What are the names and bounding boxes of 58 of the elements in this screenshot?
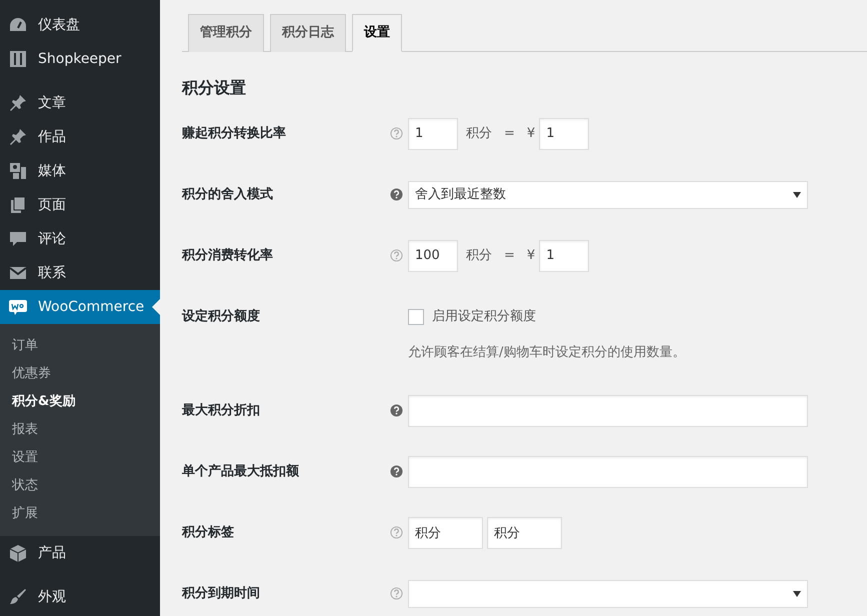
submenu-item[interactable]: 状态 <box>0 472 160 500</box>
setting-label: 积分标签 <box>182 524 235 542</box>
input-field[interactable]: 积分 <box>408 516 483 548</box>
input-field[interactable]: 1 <box>539 240 590 272</box>
submenu-item[interactable]: 报表 <box>0 416 160 444</box>
tab[interactable]: 管理积分 <box>188 14 264 52</box>
dropdown-caret-icon <box>793 192 801 198</box>
input-field[interactable]: 1 <box>408 118 458 150</box>
setting-label: 最大积分折扣 <box>182 402 261 420</box>
section-title: 积分设置 <box>182 76 247 98</box>
pin-icon <box>8 127 28 147</box>
checkbox-label: 启用设定积分额度 <box>432 308 536 326</box>
woo-icon <box>8 297 28 317</box>
setting-label: 单个产品最大抵扣额 <box>182 462 300 480</box>
comment-icon <box>8 229 28 249</box>
unit-label: 积分 <box>466 246 492 264</box>
sidebar-item[interactable]: 联系 <box>0 256 160 290</box>
tab[interactable]: 积分日志 <box>270 14 346 52</box>
unit-label: 积分 <box>466 124 492 142</box>
equals-sign: = <box>504 246 515 264</box>
checkbox[interactable] <box>408 308 424 324</box>
submenu-item[interactable]: 扩展 <box>0 500 160 528</box>
input-field[interactable]: 1 <box>539 118 590 150</box>
sidebar-item[interactable]: 作品 <box>0 120 160 154</box>
submenu-item[interactable]: 订单 <box>0 332 160 360</box>
currency-symbol: ¥ <box>526 246 536 264</box>
sidebar-item[interactable]: Shopkeeper <box>0 42 160 76</box>
brush-icon <box>8 587 28 607</box>
equals-sign: = <box>504 124 515 142</box>
sidebar-item[interactable]: 媒体 <box>0 154 160 188</box>
submenu-item[interactable]: 设置 <box>0 444 160 472</box>
media-icon <box>8 161 28 181</box>
currency-symbol: ¥ <box>526 124 536 142</box>
sidebar-item[interactable]: 外观 <box>0 580 160 614</box>
setting-label: 积分的舍入模式 <box>182 186 274 204</box>
setting-label: 积分消费转化率 <box>182 246 274 264</box>
setting-label: 赚起积分转换比率 <box>182 124 287 142</box>
sidebar-item[interactable]: 文章 <box>0 86 160 120</box>
input-field[interactable] <box>408 394 808 426</box>
submenu-item[interactable]: 优惠券 <box>0 360 160 388</box>
sidebar-item[interactable]: 产品 <box>0 536 160 570</box>
input-field[interactable] <box>408 456 808 488</box>
sidebar-item[interactable]: WooCommerce <box>0 290 160 324</box>
select-field[interactable] <box>408 580 808 608</box>
pin-icon <box>8 93 28 113</box>
tab[interactable]: 设置 <box>352 14 402 52</box>
description-text: 允许顾客在结算/购物车时设定积分的使用数量。 <box>408 344 686 362</box>
sidebar-item[interactable]: 仪表盘 <box>0 8 160 42</box>
sidebar-item[interactable]: 页面 <box>0 188 160 222</box>
input-field[interactable]: 100 <box>408 240 458 272</box>
setting-label: 设定积分额度 <box>182 308 261 326</box>
dropdown-caret-icon <box>793 590 801 596</box>
input-field[interactable]: 积分 <box>487 516 562 548</box>
submenu-item[interactable]: 积分&奖励 <box>0 388 160 416</box>
setting-label: 积分到期时间 <box>182 584 261 602</box>
select-field[interactable]: 舍入到最近整数 <box>408 180 808 208</box>
sidebar-item[interactable]: 评论 <box>0 222 160 256</box>
box-icon <box>8 543 28 563</box>
